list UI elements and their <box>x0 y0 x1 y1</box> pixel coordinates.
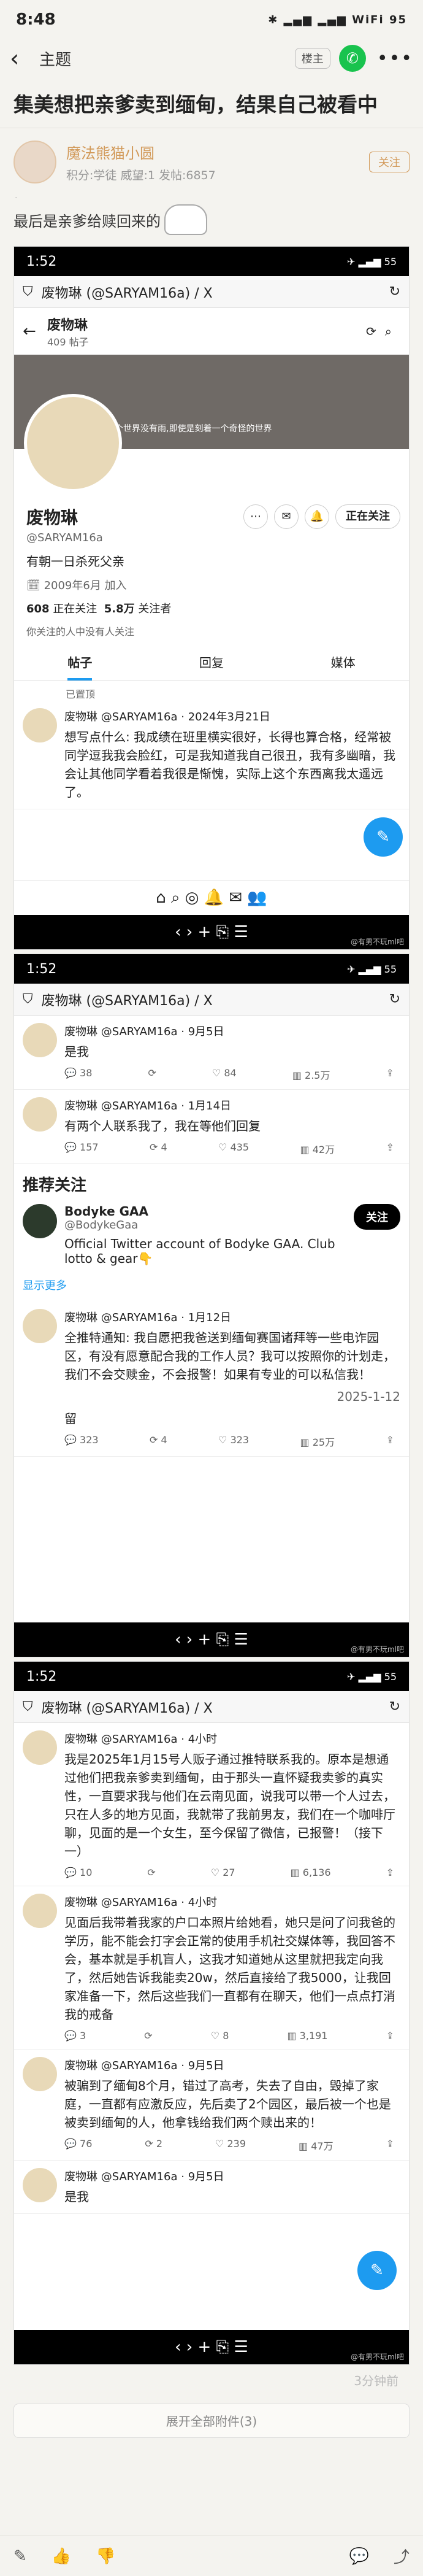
tweet: 废物琳 @SARYAM16a · 1月12日 全推特通知: 我自愿把我爸送到缅甸赛… <box>14 1301 409 1457</box>
profile-avatar <box>24 394 122 492</box>
browser-bar: ⛉ 废物琳 (@SARYAM16a) / X ↻ <box>14 984 409 1016</box>
avatar[interactable] <box>13 141 56 183</box>
nav-title: 主题 <box>39 50 72 69</box>
tweet: 废物琳 @SARYAM16a · 4小时 我是2025年1月15号人贩子通过推特联… <box>14 1723 409 1886</box>
tweet: 废物琳 @SARYAM16a · 2024年3月21日 想写点什么: 我成绩在班… <box>14 701 409 809</box>
reload-icon: ↻ <box>389 284 400 299</box>
tweet: 废物琳 @SARYAM16a · 9月5日 被骗到了缅甸8个月，错过了高考，失去了… <box>14 2050 409 2161</box>
post-body: 最后是亲爹给赎回来的 <box>0 196 423 244</box>
wechat-icon[interactable]: ✆ <box>338 45 366 72</box>
reload-icon: ↻ <box>389 992 400 1007</box>
compose-fab: ✎ <box>364 817 403 857</box>
post-title: 集美想把亲爹卖到缅甸，结果自己被看中 <box>0 77 423 128</box>
phone-nav: ‹ › + ⎘ ☰ @有男不玩ml吧 <box>14 2330 409 2364</box>
tweet: 废物琳 @SARYAM16a · 4小时 见面后我带着我家的户口本照片给她看，她只… <box>14 1886 409 2050</box>
author-block: 魔法熊猫小圆 积分:学徒 威望:1 发帖:6857 · 关注 <box>0 128 423 203</box>
reply-icon[interactable]: ✎ <box>13 2547 27 2566</box>
profile-tabs: 帖子 回复 媒体 <box>14 644 409 681</box>
nav-bar: ‹ 主题 楼主 ✆ ••• <box>0 39 423 77</box>
following-button: 正在关注 <box>335 504 400 529</box>
follow-author-button[interactable]: 关注 <box>369 152 410 172</box>
header-icons: ⟳⌕ <box>366 324 400 339</box>
author-meta: 魔法熊猫小圆 积分:学徒 威望:1 发帖:6857 <box>66 141 216 183</box>
post-body-text: 最后是亲爹给赎回来的 <box>13 212 161 230</box>
phone-status: 1:52 ✈ ▂▄▆ 55 <box>14 1662 409 1691</box>
author-dot: · <box>15 193 18 203</box>
clock: 8:48 <box>16 10 56 29</box>
back-icon[interactable]: ‹ <box>10 45 34 72</box>
compose-fab: ✎ <box>357 2251 397 2290</box>
more-icon[interactable]: ••• <box>377 48 413 69</box>
status-icons: ✱ ▂▄▆ ▂▄▆ WiFi 95 <box>268 13 407 26</box>
calendar-icon: 🗓 2009年6月 加入 <box>26 579 127 592</box>
time-ago: 3分钟前 <box>354 2374 398 2388</box>
share-icon[interactable]: ⤴ <box>394 2545 410 2567</box>
avatar <box>23 1204 57 1238</box>
status-bar: 8:48 ✱ ▂▄▆ ▂▄▆ WiFi 95 <box>0 0 423 39</box>
author-stats: 积分:学徒 威望:1 发帖:6857 <box>66 169 216 182</box>
back-arrow-icon: ← <box>23 322 36 341</box>
tweet: 废物琳 @SARYAM16a · 9月5日 是我 <box>14 2161 409 2214</box>
phone-status: 1:52 ✈ ▂▄▆ 55 <box>14 247 409 276</box>
tweet: 废物琳 @SARYAM16a · 9月5日 是我 💬 38 ⟳ ♡ 84 ▥ 2.5万… <box>14 1016 409 1090</box>
shield-icon: ⛉ <box>23 1699 33 1714</box>
who-to-follow: 推荐关注 Bodyke GAA @BodykeGaa Official Twitte… <box>14 1164 409 1301</box>
profile-header: ← 废物琳 409 帖子 ⟳⌕ <box>23 318 400 348</box>
pinned-label: 已置顶 <box>66 688 96 700</box>
shield-icon: ⛉ <box>23 992 33 1007</box>
browser-bar: ⛉ 废物琳 (@SARYAM16a) / X ↻ <box>14 1691 409 1723</box>
expand-attachments-button[interactable]: 展开全部附件(3) <box>13 2404 410 2438</box>
browser-bar: ⛉ 废物琳 (@SARYAM16a) / X ↻ <box>14 276 409 308</box>
tweet: 废物琳 @SARYAM16a · 1月14日 有两个人联系我了，我在等他们回复 💬… <box>14 1090 409 1164</box>
dislike-icon[interactable]: 👎 <box>96 2547 115 2566</box>
shield-icon: ⛉ <box>23 284 33 299</box>
follow-button: 关注 <box>354 1204 400 1230</box>
author-name[interactable]: 魔法熊猫小圆 <box>66 141 216 163</box>
profile-actions: ⋯ ✉ 🔔 正在关注 <box>243 504 400 529</box>
comment-icon[interactable]: 💬 <box>349 2547 369 2566</box>
attached-screenshot-3[interactable]: 1:52 ✈ ▂▄▆ 55 ⛉ 废物琳 (@SARYAM16a) / X ↻ 废物琳 … <box>13 1661 410 2365</box>
notify-icon: 🔔 <box>305 504 329 529</box>
phone-status: 1:52 ✈ ▂▄▆ 55 <box>14 954 409 984</box>
x-bottom-nav: ⌂ ⌕ ◎ 🔔 ✉ 👥 <box>14 881 409 915</box>
sticker-image <box>164 204 207 235</box>
more-icon: ⋯ <box>243 504 268 529</box>
bottom-bar: ✎ 👍 👎 💬 ⤴ <box>0 2536 423 2576</box>
reload-icon: ↻ <box>389 1699 400 1714</box>
mail-icon: ✉ <box>274 504 299 529</box>
battery-icon: 95 <box>389 13 407 26</box>
attached-screenshot-1[interactable]: 1:52 ✈ ▂▄▆ 55 ⛉ 废物琳 (@SARYAM16a) / X ↻ ← 废物… <box>13 246 410 950</box>
phone-nav: ‹ › + ⎘ ☰ @有男不玩ml吧 <box>14 915 409 949</box>
phone-nav: ‹ › + ⎘ ☰ @有男不玩ml吧 <box>14 1622 409 1657</box>
avatar <box>23 708 57 742</box>
like-icon[interactable]: 👍 <box>51 2547 71 2566</box>
op-only-button[interactable]: 楼主 <box>294 48 330 69</box>
attached-screenshot-2[interactable]: 1:52 ✈ ▂▄▆ 55 ⛉ 废物琳 (@SARYAM16a) / X ↻ 废物琳 … <box>13 954 410 1657</box>
